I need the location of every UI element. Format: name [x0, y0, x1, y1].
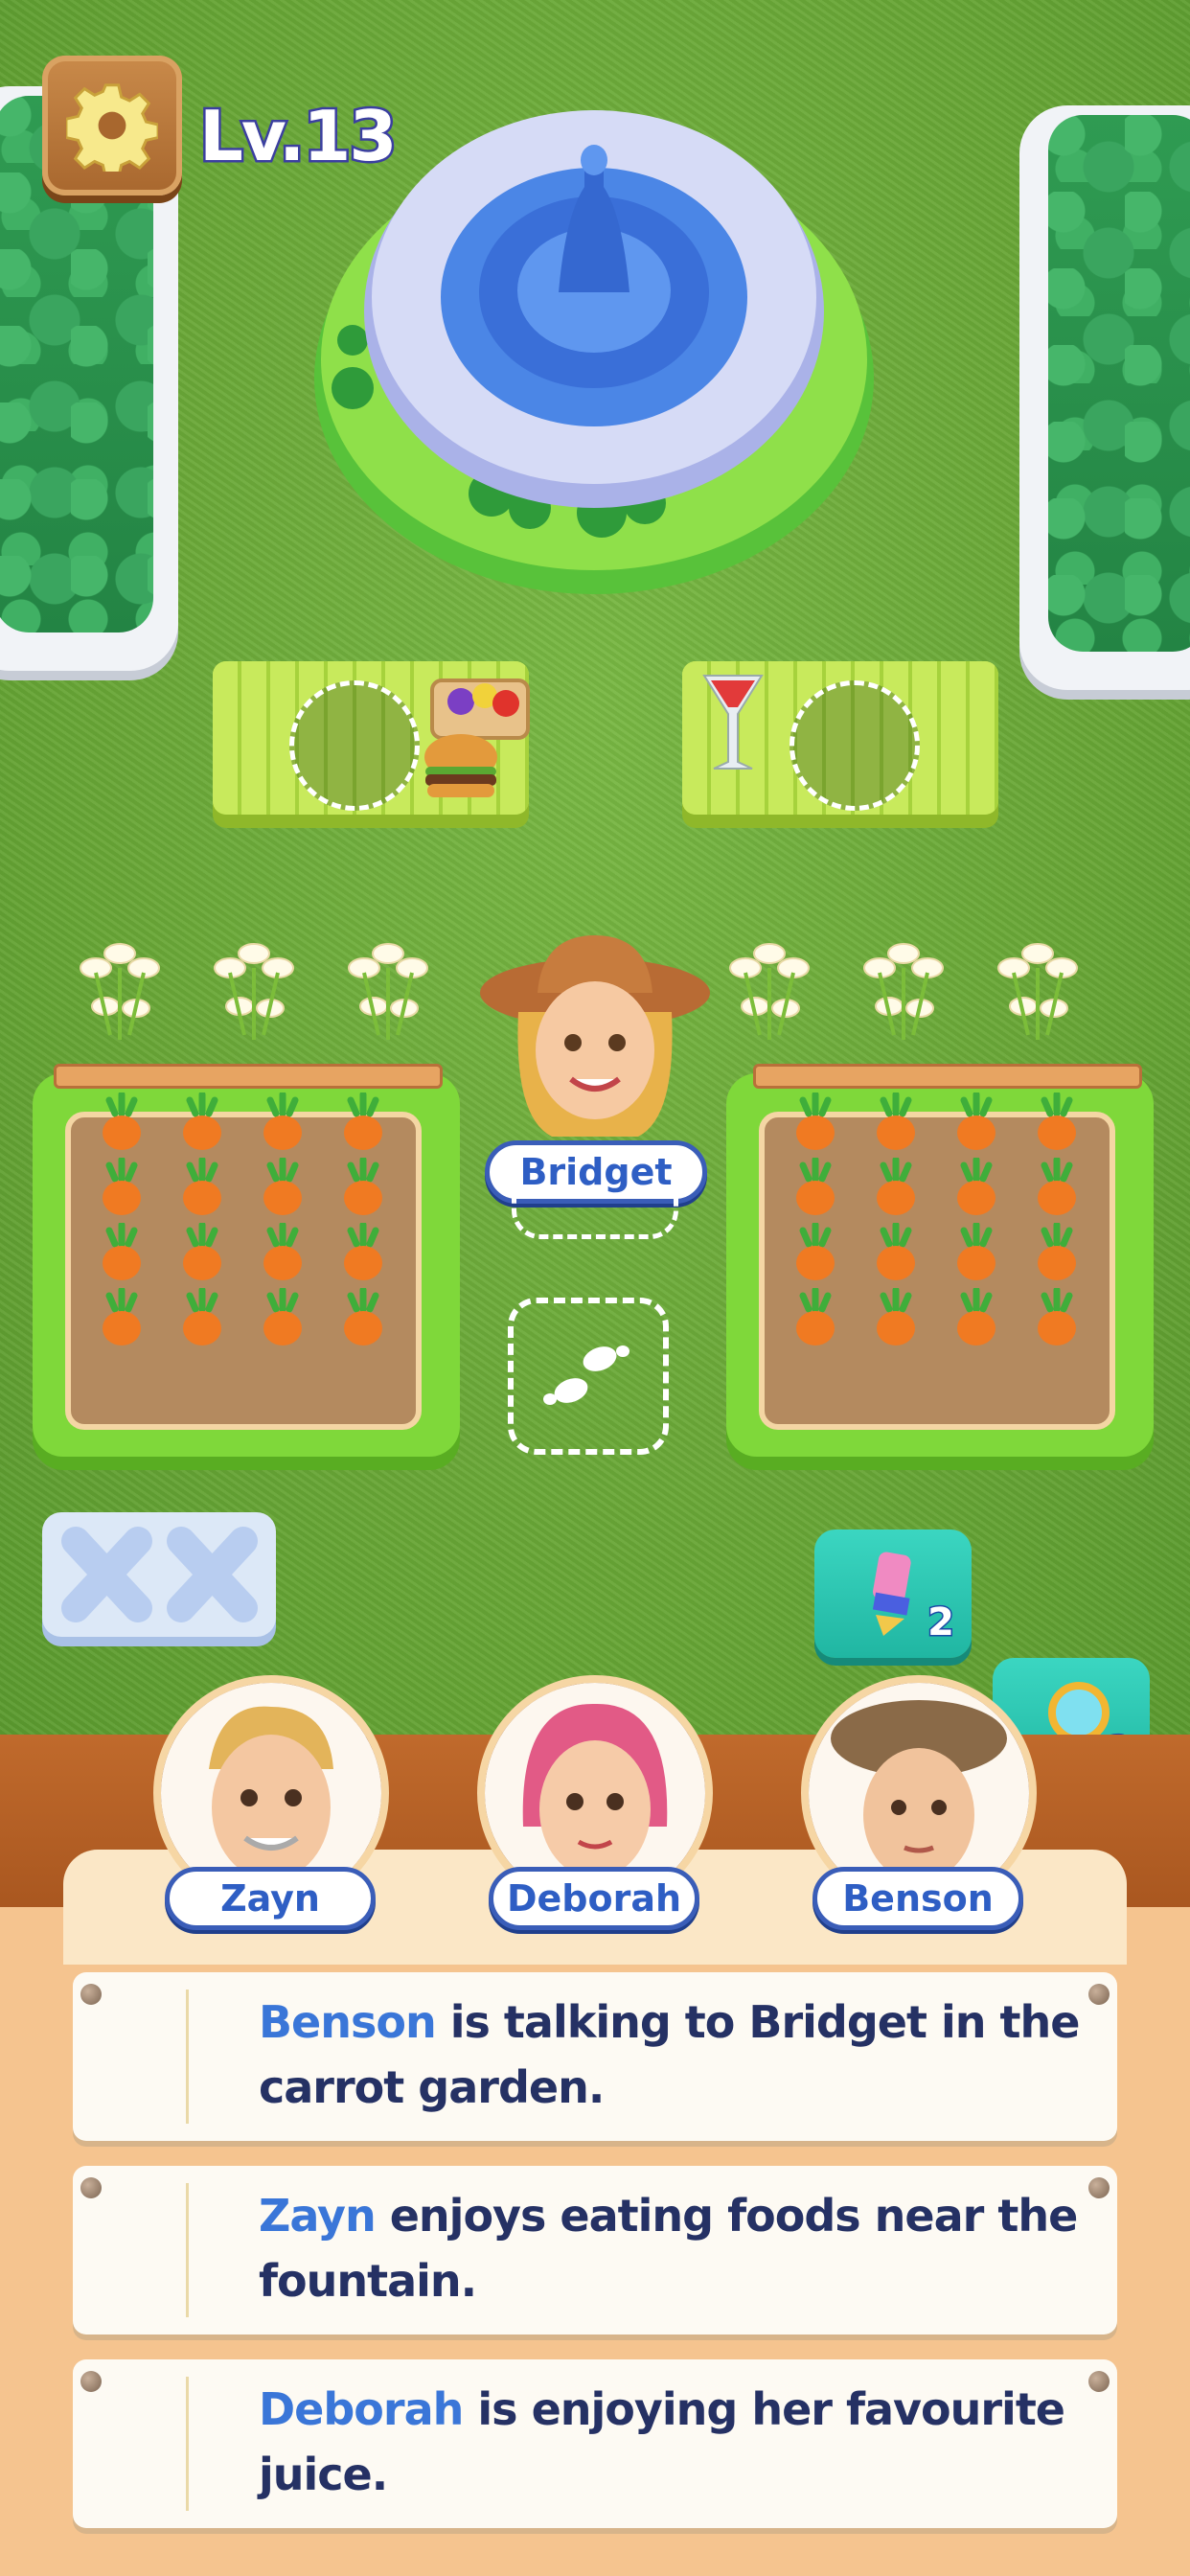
- carrot: [950, 1156, 1002, 1221]
- flower: [851, 930, 956, 1048]
- zayn-name-tag: Zayn: [165, 1867, 376, 1930]
- benson-name-tag: Benson: [812, 1867, 1023, 1930]
- highlighter-count: 2: [927, 1599, 956, 1646]
- carrot: [950, 1286, 1002, 1351]
- flower: [67, 930, 172, 1048]
- suspect-benson[interactable]: Benson: [801, 1675, 1037, 1930]
- juice-glass: [702, 675, 764, 770]
- clue-subject: Benson: [259, 1996, 437, 2048]
- highlighter-icon: [872, 1552, 911, 1636]
- clue-subject: Zayn: [259, 2190, 377, 2242]
- bridget-avatar: [480, 935, 710, 1137]
- flower: [201, 930, 307, 1048]
- pin-icon: [1088, 2371, 1110, 2392]
- carrot: [96, 1221, 148, 1286]
- x-marks-icon: [61, 1527, 258, 1622]
- settings-button[interactable]: [42, 56, 182, 196]
- carrot: [337, 1221, 389, 1286]
- pin-icon: [80, 2371, 102, 2392]
- carrot: [790, 1156, 841, 1221]
- hedge-right: [1019, 105, 1190, 690]
- carrot: [337, 1156, 389, 1221]
- seat-slot-right[interactable]: [790, 680, 920, 811]
- clue-subject: Deborah: [259, 2383, 464, 2435]
- carrot: [870, 1286, 922, 1351]
- carrot: [96, 1091, 148, 1156]
- carrot-rows-left: [96, 1091, 402, 1370]
- clue-text: Zayn enjoys eating foods near the founta…: [259, 2183, 1083, 2313]
- carrot: [96, 1286, 148, 1351]
- carrot: [870, 1221, 922, 1286]
- carrot: [176, 1156, 228, 1221]
- pin-icon: [1088, 1984, 1110, 2005]
- bridget-character[interactable]: [475, 926, 715, 1146]
- carrot: [950, 1221, 1002, 1286]
- carrot: [1031, 1156, 1083, 1221]
- footsteps-slot[interactable]: [508, 1298, 669, 1455]
- carrot: [1031, 1286, 1083, 1351]
- carrot: [1031, 1221, 1083, 1286]
- carrot: [257, 1286, 309, 1351]
- clue-text: Benson is talking to Bridget in the carr…: [259, 1990, 1083, 2120]
- carrot: [870, 1091, 922, 1156]
- seat-slot-left[interactable]: [289, 680, 420, 811]
- carrot: [790, 1091, 841, 1156]
- carrot: [176, 1091, 228, 1156]
- carrot: [257, 1091, 309, 1156]
- carrot: [337, 1091, 389, 1156]
- clue-card[interactable]: Benson is talking to Bridget in the carr…: [73, 1972, 1117, 2141]
- carrot: [1031, 1091, 1083, 1156]
- clue-card[interactable]: Deborah is enjoying her favourite juice.: [73, 2359, 1117, 2528]
- flower: [335, 930, 441, 1048]
- carrot: [870, 1156, 922, 1221]
- footprints-icon: [543, 1346, 629, 1405]
- carrot: [337, 1286, 389, 1351]
- flowers-right: [717, 930, 1119, 1045]
- pin-icon: [1088, 2177, 1110, 2198]
- burger: [424, 734, 497, 797]
- flower: [985, 930, 1090, 1048]
- carrot: [790, 1286, 841, 1351]
- pin-icon: [80, 1984, 102, 2005]
- mistakes-indicator: [42, 1512, 276, 1637]
- clue-card[interactable]: Zayn enjoys eating foods near the founta…: [73, 2166, 1117, 2334]
- clue-text: Deborah is enjoying her favourite juice.: [259, 2377, 1083, 2507]
- carrot: [257, 1156, 309, 1221]
- carrot: [176, 1221, 228, 1286]
- flower: [717, 930, 822, 1048]
- carrot: [176, 1286, 228, 1351]
- clue-body: enjoys eating foods near the fountain.: [259, 2190, 1078, 2307]
- bridget-drop-slot[interactable]: [512, 1188, 678, 1239]
- suspect-zayn[interactable]: Zayn: [153, 1675, 389, 1930]
- fountain[interactable]: [314, 101, 874, 599]
- carrot: [790, 1221, 841, 1286]
- carrot-rows-right: [790, 1091, 1096, 1370]
- pin-icon: [80, 2177, 102, 2198]
- carrot: [257, 1221, 309, 1286]
- flowers-left: [67, 930, 469, 1045]
- gear-icon: [66, 83, 158, 172]
- carrot: [950, 1091, 1002, 1156]
- carrot: [96, 1156, 148, 1221]
- deborah-name-tag: Deborah: [489, 1867, 699, 1930]
- suspect-deborah[interactable]: Deborah: [477, 1675, 713, 1930]
- highlighter-powerup-button[interactable]: 2: [814, 1530, 972, 1658]
